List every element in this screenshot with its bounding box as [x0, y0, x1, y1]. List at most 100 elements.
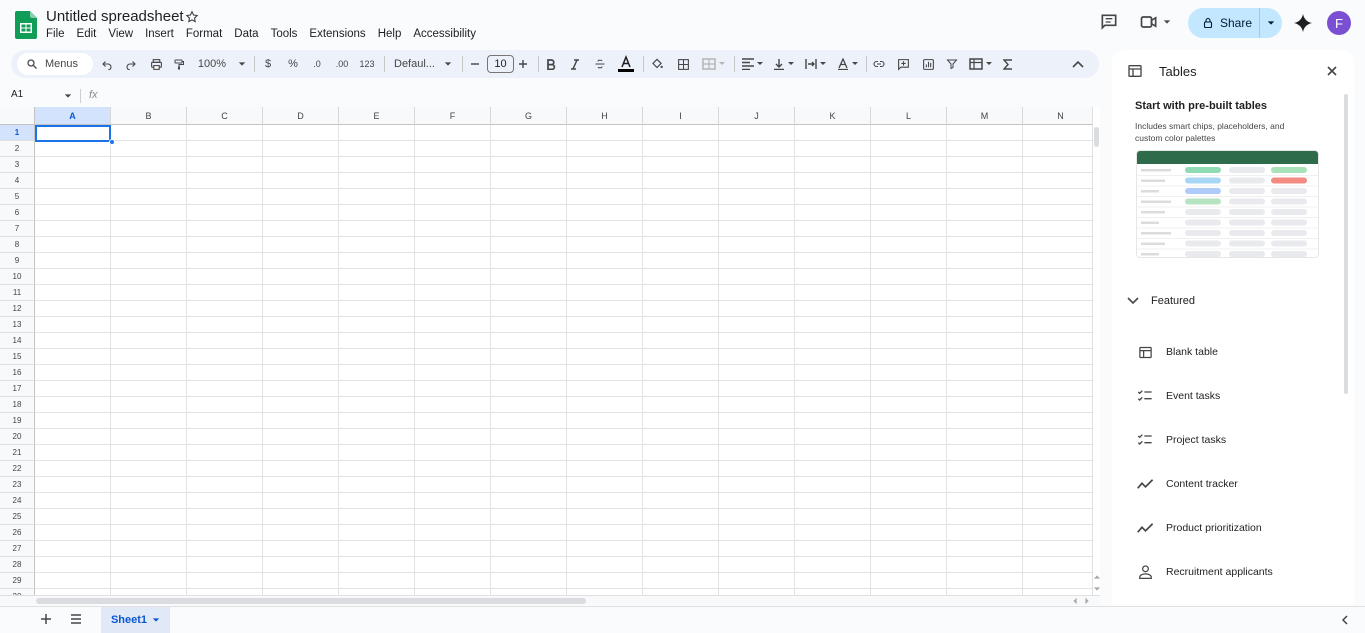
row-header[interactable]: 6 [0, 205, 35, 221]
row-header[interactable]: 11 [0, 285, 35, 301]
row-header[interactable]: 16 [0, 365, 35, 381]
collapse-toolbar-icon[interactable] [1071, 56, 1085, 72]
row-header[interactable]: 24 [0, 493, 35, 509]
row-header[interactable]: 26 [0, 525, 35, 541]
name-box[interactable]: A1 [11, 89, 23, 100]
insert-chart-icon[interactable] [921, 56, 935, 72]
menu-help[interactable]: Help [378, 28, 402, 40]
functions-sigma-icon[interactable] [1002, 56, 1014, 72]
menu-view[interactable]: View [108, 28, 133, 40]
row-header[interactable]: 3 [0, 157, 35, 173]
column-header[interactable]: D [263, 107, 339, 125]
percent-format-button[interactable]: % [286, 56, 300, 72]
sheet-tab-sheet1[interactable]: Sheet1 [101, 607, 170, 633]
share-main[interactable]: Share [1188, 8, 1260, 38]
text-color-icon[interactable] [617, 55, 635, 73]
row-header[interactable]: 29 [0, 573, 35, 589]
sheets-logo-icon[interactable] [15, 11, 37, 39]
chevron-down-icon[interactable] [64, 92, 72, 100]
column-header[interactable]: K [795, 107, 871, 125]
meet-button[interactable] [1139, 12, 1171, 32]
font-select[interactable]: Defaul... [394, 56, 454, 72]
row-header[interactable]: 25 [0, 509, 35, 525]
menu-extensions[interactable]: Extensions [309, 28, 365, 40]
vertical-scroll-thumb[interactable] [1094, 127, 1099, 147]
row-header[interactable]: 13 [0, 317, 35, 333]
row-header[interactable]: 18 [0, 397, 35, 413]
menu-format[interactable]: Format [186, 28, 222, 40]
row-header[interactable]: 9 [0, 253, 35, 269]
column-header[interactable]: I [643, 107, 719, 125]
share-dropdown-icon[interactable] [1260, 19, 1282, 27]
italic-icon[interactable] [569, 56, 581, 72]
redo-icon[interactable] [124, 56, 138, 72]
vertical-align-icon[interactable] [772, 56, 796, 72]
star-icon[interactable] [185, 10, 199, 24]
add-sheet-icon[interactable] [40, 613, 52, 625]
row-header[interactable]: 21 [0, 445, 35, 461]
featured-section-toggle[interactable]: Featured [1127, 295, 1195, 307]
bold-icon[interactable] [545, 56, 557, 72]
menu-edit[interactable]: Edit [77, 28, 97, 40]
fill-handle[interactable] [109, 139, 115, 145]
share-button[interactable]: Share [1188, 8, 1282, 38]
paint-format-icon[interactable] [172, 56, 186, 72]
side-panel-scrollbar[interactable] [1344, 94, 1348, 394]
fill-color-icon[interactable] [649, 56, 665, 72]
scroll-right-icon[interactable] [1083, 597, 1091, 605]
decrease-decimal-button[interactable]: .0 [309, 56, 325, 72]
increase-decimal-button[interactable]: .00 [333, 56, 351, 72]
print-icon[interactable] [148, 56, 164, 72]
horizontal-scrollbar[interactable] [0, 595, 1100, 605]
chevron-left-icon[interactable] [1340, 615, 1350, 625]
currency-format-button[interactable]: $ [262, 56, 274, 72]
account-avatar[interactable]: F [1327, 11, 1351, 35]
spreadsheet-grid[interactable]: ABCDEFGHIJKLMN 1 2 3 4 5 6 7 8 9 10 11 12 13 14 15 16 17… [0, 107, 1092, 595]
scroll-left-icon[interactable] [1071, 597, 1079, 605]
row-header[interactable]: 15 [0, 349, 35, 365]
column-header[interactable]: B [111, 107, 187, 125]
more-formats-button[interactable]: 123 [358, 56, 376, 72]
increase-font-size-icon[interactable] [517, 56, 529, 72]
row-header[interactable]: 2 [0, 141, 35, 157]
row-header[interactable]: 19 [0, 413, 35, 429]
text-wrapping-icon[interactable] [804, 56, 828, 72]
insert-comment-icon[interactable] [896, 56, 910, 72]
menu-accessibility[interactable]: Accessibility [413, 28, 476, 40]
template-event-tasks[interactable]: Event tasks [1136, 386, 1220, 406]
row-header[interactable]: 8 [0, 237, 35, 253]
row-header[interactable]: 17 [0, 381, 35, 397]
comments-icon[interactable] [1099, 12, 1119, 32]
template-blank-table[interactable]: Blank table [1136, 342, 1218, 362]
filter-icon[interactable] [945, 56, 959, 72]
strikethrough-icon[interactable] [593, 56, 607, 72]
borders-icon[interactable] [676, 56, 690, 72]
row-header[interactable]: 5 [0, 189, 35, 205]
text-rotation-icon[interactable] [836, 56, 860, 72]
menu-tools[interactable]: Tools [271, 28, 298, 40]
insert-link-icon[interactable] [872, 56, 886, 72]
horizontal-align-icon[interactable] [740, 56, 764, 72]
search-menus-button[interactable]: Menus [17, 53, 93, 75]
table-template-preview[interactable] [1136, 150, 1319, 258]
scroll-up-icon[interactable] [1093, 573, 1101, 583]
selected-cell-a1[interactable] [35, 125, 111, 142]
menu-file[interactable]: File [46, 28, 65, 40]
document-title[interactable]: Untitled spreadsheet [46, 8, 184, 25]
column-header[interactable]: C [187, 107, 263, 125]
column-header[interactable]: H [567, 107, 643, 125]
vertical-scrollbar[interactable] [1092, 107, 1101, 595]
table-view-icon[interactable] [968, 56, 994, 72]
column-header[interactable]: G [491, 107, 567, 125]
column-header[interactable]: N [1023, 107, 1092, 125]
row-header[interactable]: 20 [0, 429, 35, 445]
column-header[interactable]: E [339, 107, 415, 125]
zoom-select[interactable]: 100% [197, 56, 247, 72]
scroll-down-icon[interactable] [1093, 585, 1101, 595]
row-header[interactable]: 1 [0, 125, 35, 141]
template-content-tracker[interactable]: Content tracker [1136, 474, 1238, 494]
column-header[interactable]: L [871, 107, 947, 125]
column-header[interactable]: J [719, 107, 795, 125]
row-header[interactable]: 12 [0, 301, 35, 317]
row-header[interactable]: 7 [0, 221, 35, 237]
